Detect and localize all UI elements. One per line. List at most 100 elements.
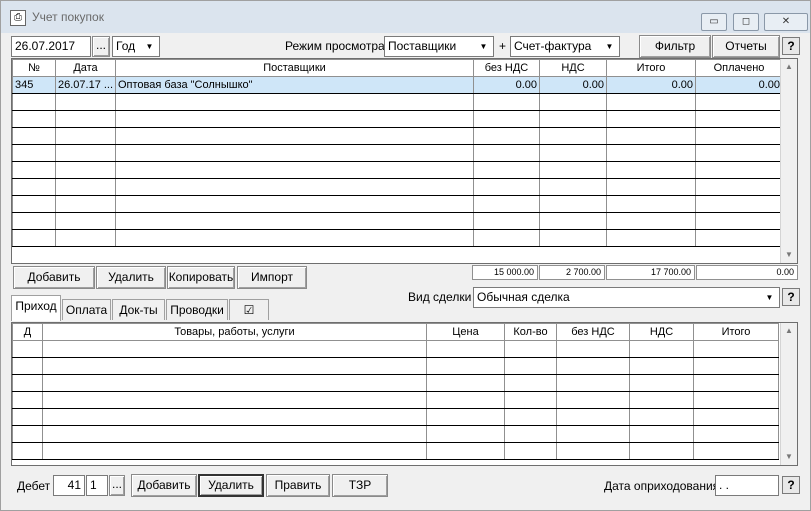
doc-type-value: Счет-фактура — [514, 39, 592, 53]
app-icon: ⎙ — [10, 10, 26, 26]
table-row[interactable] — [12, 442, 779, 460]
total-net: 15 000.00 — [472, 265, 538, 280]
doc-type-select[interactable]: Счет-фактура ▼ — [510, 36, 620, 57]
filter-button[interactable]: Фильтр — [639, 35, 711, 58]
table-row[interactable] — [12, 144, 783, 162]
total-vat: 2 700.00 — [539, 265, 605, 280]
title-bar: ⎙ Учет покупок ▭ ◻ ✕ — [1, 1, 810, 33]
account-picker-button[interactable]: ... — [109, 475, 125, 496]
import-button[interactable]: Импорт — [237, 266, 307, 289]
cell-date[interactable]: 26.07.17 ... — [55, 76, 116, 94]
cell-total[interactable]: 0.00 — [606, 76, 696, 94]
scroll-down-icon[interactable]: ▼ — [781, 449, 797, 465]
table-row[interactable] — [12, 374, 779, 392]
view-mode-label: Режим просмотра: — [285, 39, 389, 53]
tab-receipt[interactable]: Приход — [11, 295, 61, 321]
cell-paid[interactable]: 0.00 — [695, 76, 783, 94]
table-row[interactable] — [12, 178, 783, 196]
period-select[interactable]: Год ▼ — [112, 36, 160, 57]
column-header[interactable]: без НДС — [473, 59, 540, 77]
help-button[interactable]: ? — [782, 37, 800, 55]
debit-label: Дебет — [17, 479, 51, 493]
chevron-down-icon: ▼ — [145, 42, 154, 51]
column-header[interactable]: Оплачено — [695, 59, 783, 77]
close-button[interactable]: ✕ — [764, 13, 808, 31]
scroll-up-icon[interactable]: ▲ — [781, 59, 797, 75]
table-row[interactable] — [12, 212, 783, 230]
column-header[interactable]: Итого — [693, 323, 779, 341]
table-row[interactable] — [12, 161, 783, 179]
table-row[interactable] — [12, 357, 779, 375]
table-row[interactable]: 345 26.07.17 ... Оптовая база "Солнышко"… — [12, 76, 783, 94]
items-table[interactable]: Д Товары, работы, услуги Цена Кол-во без… — [11, 322, 798, 466]
bottom-help-button[interactable]: ? — [782, 476, 800, 494]
plus-sign: + — [499, 39, 507, 53]
column-header[interactable]: НДС — [629, 323, 694, 341]
table-row[interactable] — [12, 195, 783, 213]
app-window: ⎙ Учет покупок ▭ ◻ ✕ 26.07.2017 ... Год … — [0, 0, 811, 511]
table-row[interactable] — [12, 127, 783, 145]
tab-payment[interactable]: Оплата — [62, 299, 111, 320]
add-document-button[interactable]: Добавить — [13, 266, 95, 289]
copy-document-button[interactable]: Копировать — [167, 266, 235, 289]
column-header[interactable]: НДС — [539, 59, 607, 77]
cell-number[interactable]: 345 — [12, 76, 56, 94]
cell-net[interactable]: 0.00 — [473, 76, 540, 94]
cell-vat[interactable]: 0.00 — [539, 76, 607, 94]
tab-documents[interactable]: Док-ты — [112, 299, 165, 320]
minimize-button[interactable]: ▭ — [701, 13, 727, 31]
column-header[interactable]: Товары, работы, услуги — [42, 323, 427, 341]
chevron-down-icon: ▼ — [605, 42, 614, 51]
delete-document-button[interactable]: Удалить — [96, 266, 166, 289]
table-row[interactable] — [12, 408, 779, 426]
deal-type-value: Обычная сделка — [477, 290, 570, 304]
column-header[interactable]: Цена — [426, 323, 505, 341]
delete-item-button[interactable]: Удалить — [198, 474, 264, 497]
chevron-down-icon: ▼ — [479, 42, 488, 51]
column-header[interactable]: Итого — [606, 59, 696, 77]
deal-type-label: Вид сделки — [408, 290, 472, 304]
receipt-date-input[interactable]: . . — [715, 475, 779, 496]
view-mode-value: Поставщики — [388, 39, 457, 53]
column-header[interactable]: Дата — [55, 59, 116, 77]
maximize-button[interactable]: ◻ — [733, 13, 759, 31]
table-row[interactable] — [12, 425, 779, 443]
period-value: Год — [116, 39, 136, 53]
table-header-row: Д Товары, работы, услуги Цена Кол-во без… — [12, 323, 779, 341]
tab-checkbox[interactable]: ☑ — [229, 299, 269, 320]
add-item-button[interactable]: Добавить — [131, 474, 197, 497]
scroll-down-icon[interactable]: ▼ — [781, 247, 797, 263]
window-title: Учет покупок — [32, 10, 104, 24]
table-row[interactable] — [12, 340, 779, 358]
reports-button[interactable]: Отчеты — [712, 35, 780, 58]
column-header[interactable]: Д — [12, 323, 43, 341]
tab-postings[interactable]: Проводки — [166, 299, 228, 320]
debit-account-input[interactable]: 41 — [53, 475, 85, 496]
debit-subaccount-input[interactable]: 1 — [86, 475, 108, 496]
scroll-up-icon[interactable]: ▲ — [781, 323, 797, 339]
edit-item-button[interactable]: Править — [266, 474, 330, 497]
view-mode-select[interactable]: Поставщики ▼ — [384, 36, 494, 57]
date-input[interactable]: 26.07.2017 — [11, 36, 91, 57]
receipt-date-label: Дата оприходования — [604, 479, 720, 493]
column-header[interactable]: Поставщики — [115, 59, 474, 77]
total-sum: 17 700.00 — [606, 265, 695, 280]
table-row[interactable] — [12, 391, 779, 409]
cell-supplier[interactable]: Оптовая база "Солнышко" — [115, 76, 474, 94]
table-header-row: № Дата Поставщики без НДС НДС Итого Опла… — [12, 59, 783, 77]
total-paid: 0.00 — [696, 265, 798, 280]
deal-help-button[interactable]: ? — [782, 288, 800, 306]
vertical-scrollbar[interactable]: ▲ ▼ — [780, 323, 797, 465]
date-picker-button[interactable]: ... — [92, 36, 110, 57]
vertical-scrollbar[interactable]: ▲ ▼ — [780, 59, 797, 263]
purchases-table[interactable]: № Дата Поставщики без НДС НДС Итого Опла… — [11, 58, 798, 264]
tzr-button[interactable]: ТЗР — [332, 474, 388, 497]
deal-type-select[interactable]: Обычная сделка ▼ — [473, 287, 780, 308]
table-row[interactable] — [12, 229, 783, 247]
column-header[interactable]: № — [12, 59, 56, 77]
table-row[interactable] — [12, 93, 783, 111]
table-row[interactable] — [12, 110, 783, 128]
column-header[interactable]: Кол-во — [504, 323, 557, 341]
column-header[interactable]: без НДС — [556, 323, 630, 341]
chevron-down-icon: ▼ — [765, 293, 774, 302]
